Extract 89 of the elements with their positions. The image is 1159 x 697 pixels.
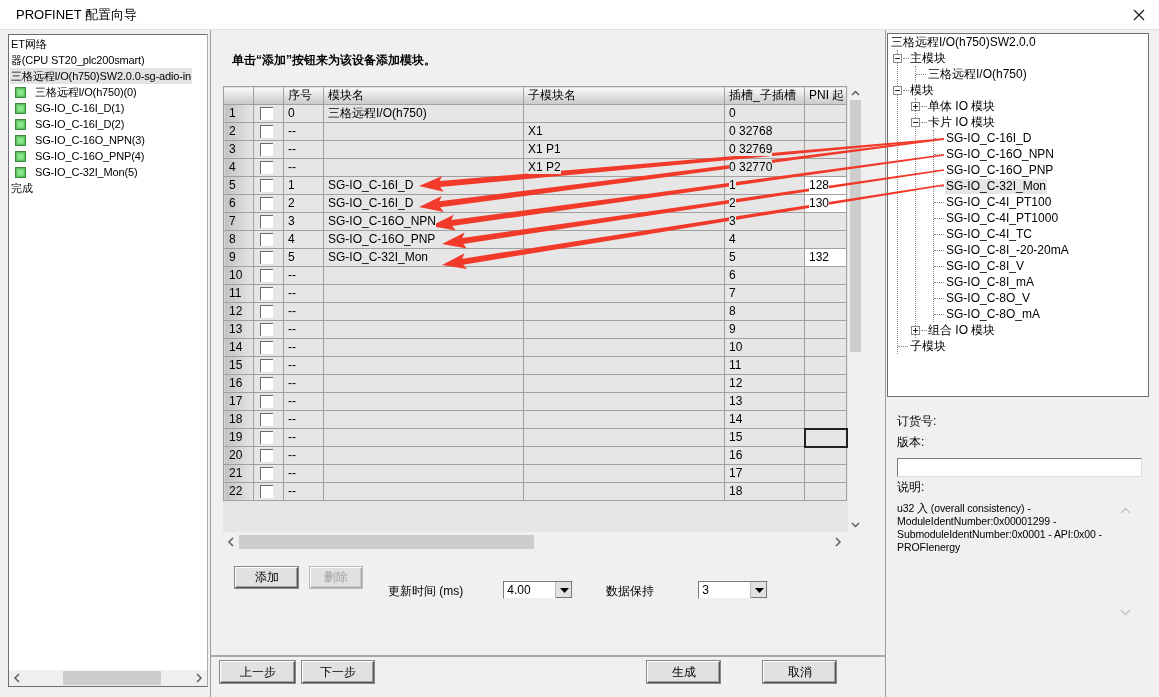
description-text: u32 入 (overall consistency) - ModuleIdentNumber:0x00001299 - SubmoduleIdentNumber:0x0001 - API:0x00 - PROFIenergy [897, 502, 1103, 555]
collapse-icon[interactable] [893, 85, 902, 95]
tree-item[interactable]: 卡片 IO 模块 [927, 114, 997, 130]
back-button[interactable]: 上一步 [220, 661, 295, 683]
horizontal-scrollbar[interactable] [9, 670, 207, 686]
tree-item[interactable]: 组合 IO 模块 [927, 322, 997, 338]
checkbox[interactable] [260, 431, 273, 444]
tree-item[interactable]: 三格远程I/O(h750)(0) [34, 84, 138, 100]
checkbox[interactable] [260, 215, 273, 228]
checkbox[interactable] [260, 269, 273, 282]
caret-icon [559, 587, 569, 593]
tree-item[interactable]: SG-IO_C-8O_mA [945, 306, 1042, 322]
checkbox[interactable] [260, 359, 273, 372]
version-label: 版本: [897, 434, 926, 451]
tree-item[interactable]: SG-IO_C-4I_PT1000 [945, 210, 1060, 226]
tree-item[interactable]: 三格远程I/O(h750)SW2.0.0 [890, 34, 1037, 50]
tree-item[interactable]: SG-IO_C-4I_PT100 [945, 194, 1053, 210]
tree-item[interactable]: SG-IO_C-16O_NPN [945, 146, 1056, 162]
tree-item[interactable]: 单体 IO 模块 [927, 98, 997, 114]
version-field[interactable] [897, 458, 1142, 477]
column-header[interactable]: 子模块名 [523, 86, 725, 105]
tree-item[interactable]: 子模块 [909, 338, 947, 354]
module-icon [15, 86, 26, 98]
checkbox[interactable] [260, 377, 273, 390]
module-icon [15, 102, 26, 114]
checkbox[interactable] [260, 341, 273, 354]
checkbox[interactable] [260, 449, 273, 462]
caret-icon [754, 587, 764, 593]
checkbox[interactable] [260, 323, 273, 336]
tree-item[interactable]: ET网络 [10, 36, 48, 52]
tree-item[interactable]: SG-IO_C-16O_PNP [945, 162, 1055, 178]
tree-item[interactable]: SG-IO_C-16I_D [945, 130, 1033, 146]
expand-icon[interactable] [911, 101, 920, 111]
instruction-text: 单击“添加”按钮来为该设备添加模块。 [231, 52, 437, 68]
expand-icon[interactable] [911, 325, 920, 335]
checkbox[interactable] [260, 413, 273, 426]
checkbox[interactable] [260, 125, 273, 138]
tree-item[interactable]: SG-IO_C-16O_PNP(4) [34, 148, 146, 164]
column-header[interactable]: 模块名 [323, 86, 524, 105]
next-button[interactable]: 下一步 [302, 661, 374, 683]
checkbox[interactable] [260, 161, 273, 174]
table-cell[interactable] [804, 428, 847, 447]
close-icon[interactable] [1133, 8, 1145, 21]
tree-item[interactable]: SG-IO_C-16O_NPN(3) [34, 132, 146, 148]
tree-item[interactable]: SG-IO_C-16I_D(2) [34, 116, 126, 132]
checkbox[interactable] [260, 251, 273, 264]
column-header[interactable]: PNI 起 [804, 86, 847, 105]
checkbox[interactable] [260, 287, 273, 300]
checkbox[interactable] [260, 233, 273, 246]
checkbox[interactable] [260, 395, 273, 408]
dropdown[interactable]: 4.00 [503, 581, 574, 599]
tree-item[interactable]: 三格远程I/O(h750) [927, 66, 1028, 82]
dropdown[interactable]: 3 [698, 581, 769, 599]
data-hold-label: 数据保持 [606, 584, 655, 598]
collapse-icon[interactable] [911, 117, 920, 127]
tree-item[interactable]: 主模块 [909, 50, 947, 66]
module-icon [15, 134, 26, 146]
tree-item[interactable]: 器(CPU ST20_plc200smart) [10, 52, 146, 68]
checkbox[interactable] [260, 197, 273, 210]
tree-item[interactable]: 模块 [909, 82, 935, 98]
description-label: 说明: [897, 479, 926, 496]
tree-item[interactable]: SG-IO_C-16I_D(1) [34, 100, 126, 116]
update-time-label: 更新时间 (ms) [388, 584, 464, 598]
checkbox[interactable] [260, 143, 273, 156]
checkbox[interactable] [260, 107, 273, 120]
column-header[interactable]: 插槽_子插槽 [724, 86, 805, 105]
tree-item[interactable]: SG-IO_C-32I_Mon(5) [34, 164, 139, 180]
collapse-icon[interactable] [893, 53, 902, 63]
checkbox[interactable] [260, 467, 273, 480]
generate-button[interactable]: 生成 [647, 661, 720, 683]
module-icon [15, 118, 26, 130]
checkbox[interactable] [260, 485, 273, 498]
tree-item[interactable]: SG-IO_C-8I_-20-20mA [945, 242, 1070, 258]
tree-item[interactable]: SG-IO_C-8I_mA [945, 274, 1036, 290]
window-title: PROFINET 配置向导 [16, 5, 138, 24]
tree-item[interactable]: SG-IO_C-32I_Mon [945, 178, 1048, 194]
module-icon [15, 150, 26, 162]
tree-item[interactable]: 三格远程I/O(h750)SW2.0.0-sg-adio-in [10, 68, 192, 84]
add-button[interactable]: 添加 [235, 567, 298, 588]
order-number-label: 订货号: [897, 413, 938, 430]
tree-item[interactable]: 完成 [10, 180, 34, 196]
cancel-button[interactable]: 取消 [763, 661, 836, 683]
tree-item[interactable]: SG-IO_C-4I_TC [945, 226, 1033, 242]
tree-item[interactable]: SG-IO_C-8O_V [945, 290, 1032, 306]
column-header[interactable]: 序号 [283, 86, 324, 105]
checkbox[interactable] [260, 179, 273, 192]
checkbox[interactable] [260, 305, 273, 318]
module-icon [15, 166, 26, 178]
tree-item[interactable]: SG-IO_C-8I_V [945, 258, 1026, 274]
